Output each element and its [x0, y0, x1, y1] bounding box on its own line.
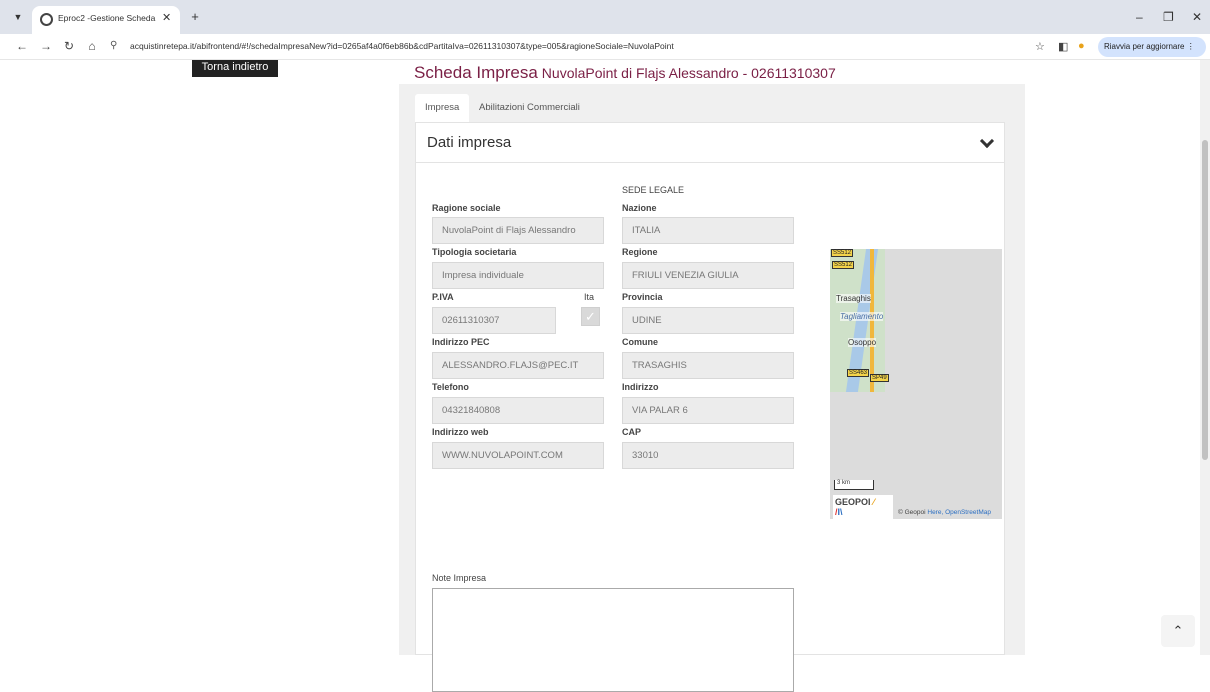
close-window-icon[interactable]: ✕: [1192, 10, 1202, 24]
dati-impresa-card: Dati impresa Ragione sociale NuvolaPoint…: [415, 122, 1005, 692]
back-arrow-icon[interactable]: ←: [14, 39, 30, 53]
note-textarea[interactable]: [432, 588, 794, 692]
map-label-trasaghis: Trasaghis: [836, 294, 871, 303]
browser-toolbar: ← → ↻ ⌂ ⚲ acquistinretepa.it/abifrontend…: [0, 34, 1210, 60]
road-shield: SP49: [870, 374, 889, 382]
page-subtitle: NuvolaPoint di Flajs Alessandro - 026113…: [541, 65, 836, 81]
tab-search-icon[interactable]: ▼: [9, 8, 27, 26]
card-header[interactable]: Dati impresa: [416, 123, 1004, 163]
road-shield: SS463: [847, 369, 870, 377]
update-button[interactable]: Riavvia per aggiornare ⋮: [1098, 37, 1206, 57]
indirizzo-field[interactable]: VIA PALAR 6: [622, 397, 794, 424]
forward-arrow-icon[interactable]: →: [38, 39, 54, 53]
side-panel-icon[interactable]: ◧: [1058, 40, 1068, 53]
pec-field[interactable]: ALESSANDRO.FLAJS@PEC.IT: [432, 352, 604, 379]
nazione-label: Nazione: [622, 203, 657, 213]
comune-label: Comune: [622, 337, 658, 347]
favicon-icon: [40, 13, 53, 26]
map-scale: 3 km: [834, 480, 874, 490]
bookmark-star-icon[interactable]: ☆: [1035, 40, 1045, 53]
chevron-down-icon[interactable]: [979, 133, 995, 149]
page-title-text: Scheda Impresa: [414, 63, 538, 82]
section-title: Dati impresa: [427, 134, 512, 151]
map-attribution: © Geopoi Here, OpenStreetMap: [898, 509, 991, 516]
minimize-icon[interactable]: –: [1136, 10, 1143, 24]
road-shield: SS512: [832, 261, 855, 269]
piva-label: P.IVA: [432, 292, 454, 302]
tab-impresa[interactable]: Impresa: [415, 94, 470, 122]
page-title: Scheda Impresa NuvolaPoint di Flajs Aless…: [414, 63, 836, 83]
ita-label: Ita: [584, 292, 595, 302]
sede-legale-heading: SEDE LEGALE: [622, 185, 685, 195]
scroll-top-button[interactable]: ⌃: [1161, 615, 1195, 647]
reload-icon[interactable]: ↻: [61, 39, 77, 53]
address-bar[interactable]: ⚲ acquistinretepa.it/abifrontend/#!/sche…: [104, 36, 1024, 58]
web-label: Indirizzo web: [432, 427, 489, 437]
telefono-label: Telefono: [432, 382, 469, 392]
attribution-links[interactable]: Here, OpenStreetMap: [927, 509, 991, 516]
map-label-tagliamento: Tagliamento: [840, 312, 884, 321]
main-content: Scheda Impresa NuvolaPoint di Flajs Aless…: [399, 60, 1025, 692]
indirizzo-label: Indirizzo: [622, 382, 659, 392]
piva-field[interactable]: 02611310307: [432, 307, 556, 334]
url-text: acquistinretepa.it/abifrontend/#!/scheda…: [130, 41, 674, 51]
regione-field[interactable]: FRIULI VENEZIA GIULIA: [622, 262, 794, 289]
browser-tab-bar: ▼ Eproc2 -Gestione Scheda Impre ✕ + – ❐ …: [0, 0, 1210, 34]
extension-icon[interactable]: ●: [1078, 40, 1085, 52]
map-label-osoppo: Osoppo: [848, 338, 877, 347]
tipologia-label: Tipologia societaria: [432, 247, 517, 257]
new-tab-icon[interactable]: +: [186, 8, 204, 26]
cap-label: CAP: [622, 427, 642, 437]
title-bar: Scheda Impresa NuvolaPoint di Flajs Aless…: [399, 60, 1025, 84]
page: Torna indietro Scheda Impresa NuvolaPoint…: [0, 60, 1210, 692]
restore-icon[interactable]: ❐: [1163, 10, 1174, 24]
provincia-field[interactable]: UDINE: [622, 307, 794, 334]
regione-label: Regione: [622, 247, 658, 257]
cap-field[interactable]: 33010: [622, 442, 794, 469]
ita-checkbox[interactable]: ✓: [581, 307, 600, 326]
geopoi-logo: GEOPOI ⁄/I\: [833, 495, 893, 519]
pec-label: Indirizzo PEC: [432, 337, 490, 347]
scrollbar-thumb[interactable]: [1202, 140, 1208, 460]
ragione-sociale-label: Ragione sociale: [432, 203, 501, 213]
location-map[interactable]: SS512 SS512 Trasaghis Tagliamento Osoppo…: [830, 249, 1002, 519]
comune-field[interactable]: TRASAGHIS: [622, 352, 794, 379]
site-info-icon[interactable]: ⚲: [110, 40, 117, 51]
ragione-sociale-field[interactable]: NuvolaPoint di Flajs Alessandro: [432, 217, 604, 244]
attribution-prefix: © Geopoi: [898, 509, 926, 516]
web-field[interactable]: WWW.NUVOLAPOINT.COM: [432, 442, 604, 469]
close-tab-icon[interactable]: ✕: [162, 11, 171, 24]
tab-title: Eproc2 -Gestione Scheda Impre: [58, 13, 158, 23]
page-scrollbar[interactable]: [1200, 60, 1210, 655]
back-button[interactable]: Torna indietro: [192, 60, 278, 77]
provincia-label: Provincia: [622, 292, 663, 302]
tab-abilitazioni[interactable]: Abilitazioni Commerciali: [469, 94, 590, 122]
telefono-field[interactable]: 04321840808: [432, 397, 604, 424]
note-label: Note Impresa: [432, 573, 487, 583]
tipologia-field[interactable]: Impresa individuale: [432, 262, 604, 289]
update-label: Riavvia per aggiornare: [1104, 42, 1185, 51]
home-icon[interactable]: ⌂: [84, 39, 100, 53]
road-shield: SS512: [831, 249, 854, 257]
nazione-field[interactable]: ITALIA: [622, 217, 794, 244]
browser-tab[interactable]: Eproc2 -Gestione Scheda Impre ✕: [32, 6, 180, 34]
geopoi-brand: GEOPOI: [835, 497, 871, 507]
